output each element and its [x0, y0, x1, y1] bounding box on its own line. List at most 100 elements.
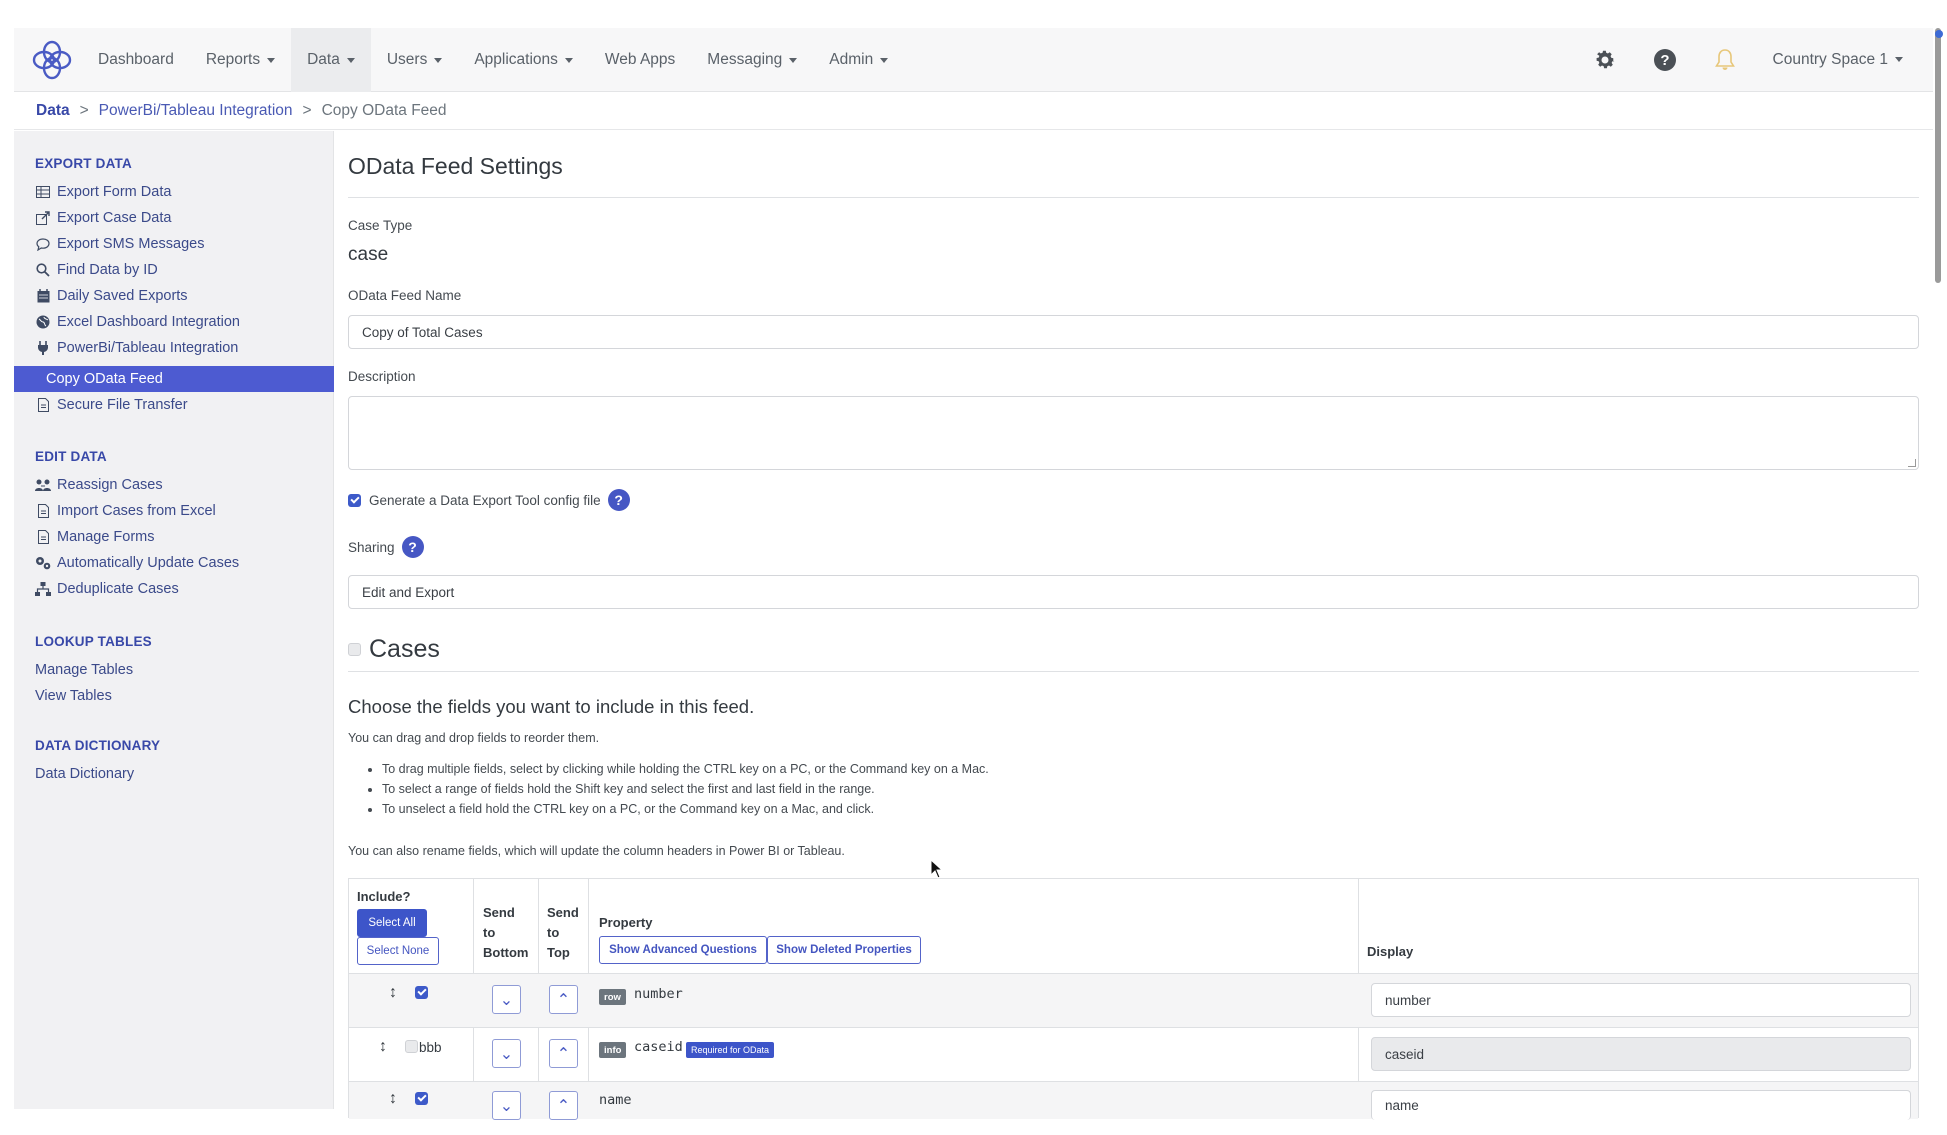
generate-config-label: Generate a Data Export Tool config file	[369, 492, 601, 508]
sidebar-item-label: Copy OData Feed	[46, 371, 163, 387]
drag-handle-icon[interactable]: ↕	[389, 984, 397, 1002]
top-navbar: Dashboard Reports Data Users Applications Web…	[14, 28, 1933, 92]
divider	[348, 671, 1919, 672]
sidebar-heading-export: EXPORT DATA	[35, 156, 132, 171]
sidebar-item-auto-update-cases[interactable]: Automatically Update Cases	[14, 550, 334, 576]
nav-item-label: Admin	[829, 51, 874, 68]
sidebar-item-excel-dashboard[interactable]: Excel Dashboard Integration	[14, 309, 334, 335]
sidebar-item-label: Find Data by ID	[57, 262, 158, 278]
send-to-bottom-button[interactable]: ⌄	[492, 1091, 521, 1120]
cases-section-checkbox[interactable]	[348, 643, 361, 656]
plug-icon	[35, 340, 51, 356]
help-icon[interactable]: ?	[1635, 28, 1695, 92]
select-all-button[interactable]: Select All	[357, 909, 427, 937]
drag-handle-icon[interactable]: ↕	[389, 1090, 397, 1108]
nav-item-applications[interactable]: Applications	[458, 28, 589, 92]
instruction-item: To select a range of fields hold the Shi…	[382, 779, 989, 799]
send-to-top-button[interactable]: ⌃	[549, 985, 578, 1014]
bell-icon[interactable]	[1695, 28, 1755, 92]
table-row[interactable]: ↕ ⌄ ⌃ row number number	[349, 973, 1918, 1027]
page-title: OData Feed Settings	[348, 153, 563, 179]
sidebar: EXPORT DATA Export Form Data Export Case…	[14, 131, 334, 1109]
nav-item-users[interactable]: Users	[371, 28, 458, 92]
app-logo-icon[interactable]	[28, 36, 76, 84]
sidebar-item-label: Excel Dashboard Integration	[57, 314, 240, 330]
sidebar-item-label: Automatically Update Cases	[57, 555, 240, 571]
help-icon[interactable]: ?	[607, 489, 630, 511]
breadcrumb-powerbi[interactable]: PowerBi/Tableau Integration	[99, 102, 293, 120]
property-type-tag: row	[599, 989, 626, 1005]
drag-handle-icon[interactable]: ↕	[379, 1038, 387, 1056]
gear-icon[interactable]	[1575, 28, 1635, 92]
sidebar-heading-dictionary: DATA DICTIONARY	[35, 738, 161, 753]
row-extra-label: bbb	[419, 1040, 442, 1055]
table-row[interactable]: ↕ bbb ⌄ ⌃ info caseid Required for OData…	[349, 1027, 1918, 1081]
send-to-bottom-header: Send to Bottom	[483, 903, 529, 963]
generate-config-checkbox[interactable]	[348, 493, 361, 507]
show-deleted-properties-button[interactable]: Show Deleted Properties	[767, 936, 921, 964]
drag-drop-text: You can drag and drop fields to reorder …	[348, 731, 600, 745]
sidebar-item-export-sms[interactable]: Export SMS Messages	[14, 231, 334, 257]
sidebar-item-view-tables[interactable]: View Tables	[14, 683, 334, 709]
nav-item-data[interactable]: Data	[291, 28, 371, 92]
sidebar-item-import-cases[interactable]: Import Cases from Excel	[14, 498, 334, 524]
feed-name-label: OData Feed Name	[348, 288, 462, 303]
sidebar-item-label: Export SMS Messages	[57, 236, 205, 252]
send-to-bottom-button[interactable]: ⌄	[492, 1039, 521, 1068]
resize-handle-icon[interactable]	[1908, 459, 1916, 467]
select-none-button[interactable]: Select None	[357, 937, 439, 965]
fields-table: Include? Select All Select None Send to …	[348, 878, 1919, 1120]
send-to-top-button[interactable]: ⌃	[549, 1039, 578, 1068]
sidebar-item-data-dictionary[interactable]: Data Dictionary	[14, 761, 334, 787]
nav-item-messaging[interactable]: Messaging	[691, 28, 813, 92]
svg-text:?: ?	[1660, 52, 1669, 69]
sidebar-item-daily-saved-exports[interactable]: Daily Saved Exports	[14, 283, 334, 309]
include-checkbox[interactable]	[415, 986, 428, 999]
table-icon	[35, 184, 51, 200]
description-textarea[interactable]	[348, 396, 1919, 470]
space-selector[interactable]: Country Space 1	[1755, 51, 1933, 69]
sidebar-item-secure-file-transfer[interactable]: Secure File Transfer	[14, 392, 334, 418]
double-chevron-up-icon: ⌃	[556, 991, 571, 1009]
sharing-label: Sharing	[348, 539, 395, 555]
sidebar-item-export-case-data[interactable]: Export Case Data	[14, 205, 334, 231]
display-input[interactable]: name	[1371, 1090, 1911, 1120]
nav-item-label: Reports	[205, 51, 261, 68]
sharing-row: Sharing ?	[348, 536, 424, 558]
chevron-down-icon	[346, 57, 355, 63]
sidebar-item-deduplicate-cases[interactable]: Deduplicate Cases	[14, 576, 334, 602]
breadcrumb-data[interactable]: Data	[36, 102, 70, 120]
include-checkbox[interactable]	[415, 1092, 428, 1105]
sidebar-item-label: Daily Saved Exports	[57, 288, 188, 304]
nav-item-label: Dashboard	[98, 51, 174, 68]
sidebar-item-export-form-data[interactable]: Export Form Data	[14, 179, 334, 205]
send-to-top-button[interactable]: ⌃	[549, 1091, 578, 1120]
sidebar-item-reassign-cases[interactable]: Reassign Cases	[14, 472, 334, 498]
double-chevron-up-icon: ⌃	[556, 1097, 571, 1115]
sidebar-item-manage-forms[interactable]: Manage Forms	[14, 524, 334, 550]
sidebar-item-copy-odata-feed[interactable]: Copy OData Feed	[14, 366, 334, 392]
sidebar-item-find-data[interactable]: Find Data by ID	[14, 257, 334, 283]
show-advanced-questions-button[interactable]: Show Advanced Questions	[599, 936, 767, 964]
sidebar-item-powerbi-tableau[interactable]: PowerBi/Tableau Integration	[14, 335, 334, 361]
include-checkbox[interactable]	[405, 1040, 418, 1053]
display-input[interactable]: number	[1371, 983, 1911, 1017]
cases-section-header: Cases	[348, 635, 440, 664]
nav-item-admin[interactable]: Admin	[813, 28, 904, 92]
send-to-bottom-button[interactable]: ⌄	[492, 985, 521, 1014]
sidebar-item-manage-tables[interactable]: Manage Tables	[14, 657, 334, 683]
property-name: number	[634, 986, 683, 1002]
nav-item-web-apps[interactable]: Web Apps	[589, 28, 691, 92]
nav-item-reports[interactable]: Reports	[190, 28, 291, 92]
feed-name-input[interactable]: Copy of Total Cases	[348, 315, 1919, 349]
help-icon[interactable]: ?	[401, 536, 424, 558]
breadcrumb: Data > PowerBi/Tableau Integration > Cop…	[14, 92, 1933, 130]
include-header: Include?	[357, 889, 411, 904]
sidebar-item-label: Manage Forms	[57, 529, 155, 545]
nav-item-dashboard[interactable]: Dashboard	[82, 28, 190, 92]
search-icon	[35, 262, 51, 278]
table-row[interactable]: ↕ ⌄ ⌃ name name	[349, 1081, 1918, 1120]
breadcrumb-separator: >	[79, 101, 89, 119]
sharing-select[interactable]: Edit and Export	[348, 575, 1919, 609]
page-scrollbar[interactable]	[1935, 28, 1941, 283]
